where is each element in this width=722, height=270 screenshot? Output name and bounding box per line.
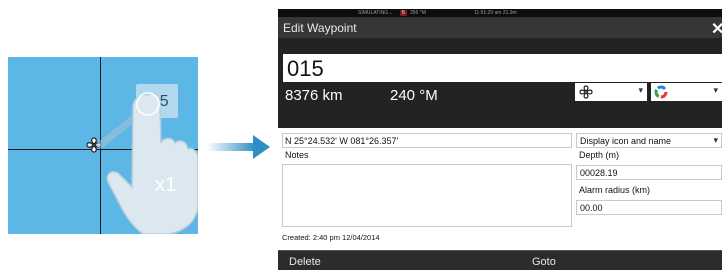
edit-waypoint-dialog: SIMULATING... 5 356 °M 11:51:29 am 21.9m… xyxy=(278,9,722,270)
distance-readout: 8376 km xyxy=(285,87,343,104)
position-value: N 25°24.532' W 081°26.357' xyxy=(285,136,399,146)
alarm-radius-value: 00.00 xyxy=(580,203,603,213)
chart-illustration: 015 x1 xyxy=(8,57,198,234)
display-mode-select[interactable]: Display icon and name ▾ xyxy=(576,133,722,148)
waypoint-cross-icon xyxy=(579,85,593,99)
display-mode-value: Display icon and name xyxy=(580,136,672,146)
bearing-readout: 240 °M xyxy=(390,87,438,104)
tap-count-label: x1 xyxy=(155,174,177,196)
depth-value: 00028.19 xyxy=(580,168,618,178)
delete-button[interactable]: Delete xyxy=(278,251,500,270)
delete-button-label: Delete xyxy=(289,256,321,268)
goto-button-label: Goto xyxy=(532,256,556,268)
waypoint-name-value: 015 xyxy=(287,56,324,81)
arrow-right-icon xyxy=(207,135,270,159)
heading-badge: 5 xyxy=(400,10,407,16)
status-bar: SIMULATING... 5 356 °M 11:51:29 am 21.9m xyxy=(278,9,722,17)
color-wheel-icon xyxy=(654,85,668,99)
depth-input[interactable]: 00028.19 xyxy=(576,165,722,180)
simulating-status: SIMULATING... xyxy=(358,10,393,16)
waypoint-details-form: N 25°24.532' W 081°26.357' Notes Display… xyxy=(278,128,722,250)
notes-label: Notes xyxy=(285,150,309,160)
depth-label: Depth (m) xyxy=(579,150,620,160)
dialog-action-bar: Delete Goto xyxy=(278,250,722,270)
created-timestamp: Created: 2:40 pm 12/04/2014 xyxy=(282,233,380,242)
time-status: 11:51:29 am 21.9m xyxy=(474,10,517,16)
dialog-titlebar: Edit Waypoint ✕ xyxy=(278,17,722,38)
waypoint-name-input[interactable]: 015 xyxy=(283,54,722,82)
chevron-down-icon: ▾ xyxy=(713,85,718,95)
alarm-radius-input[interactable]: 00.00 xyxy=(576,200,722,215)
heading-value: 356 °M xyxy=(410,10,426,16)
waypoint-icon-select[interactable]: ▾ xyxy=(575,83,647,101)
chevron-down-icon: ▾ xyxy=(638,85,643,95)
chevron-down-icon: ▾ xyxy=(713,135,718,145)
notes-input[interactable] xyxy=(282,164,572,227)
close-icon[interactable]: ✕ xyxy=(711,19,722,39)
goto-button[interactable]: Goto xyxy=(500,251,722,270)
tapping-hand-icon xyxy=(86,92,198,234)
waypoint-color-select[interactable]: ▾ xyxy=(651,83,722,101)
alarm-radius-label: Alarm radius (km) xyxy=(579,185,651,195)
dialog-title: Edit Waypoint xyxy=(283,21,357,35)
position-field[interactable]: N 25°24.532' W 081°26.357' xyxy=(282,133,572,148)
